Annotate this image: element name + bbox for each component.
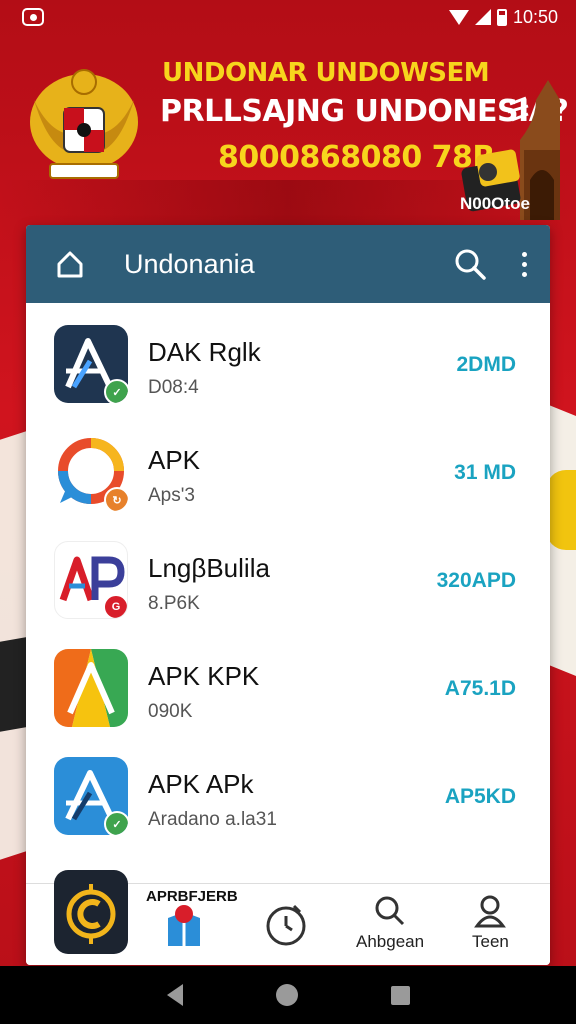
nav-timer[interactable]: [264, 902, 308, 946]
banner-tag: N00Otoe: [460, 194, 530, 213]
status-bar: 10:50: [0, 0, 576, 34]
app-subtitle: Aps'3: [148, 485, 195, 506]
wifi-icon: [448, 9, 469, 25]
app-name: APK APk: [148, 769, 254, 799]
list-item[interactable]: ✓ APK APk Aradano a.la31 AP5KD: [26, 757, 550, 865]
home-button[interactable]: [54, 248, 86, 280]
app-subtitle: 8.P6K: [148, 593, 200, 614]
system-navigation-bar: [0, 966, 576, 1024]
app-subtitle: Aradano a.la31: [148, 809, 277, 830]
app-name: APK KPK: [148, 661, 260, 691]
recent-apps-icon[interactable]: [390, 985, 410, 1005]
nav-search[interactable]: Ahbgean: [356, 894, 424, 952]
app-bar: Undonania: [26, 225, 550, 303]
app-name: DAK Rglk: [148, 337, 261, 367]
list-item[interactable]: ↻ APK Aps'3 31 MD: [26, 433, 550, 541]
person-icon: [474, 895, 507, 928]
app-size: AP5KD: [444, 785, 516, 808]
status-time: 10:50: [512, 6, 558, 27]
nav-profile-label: Teen: [472, 932, 509, 951]
back-icon[interactable]: [166, 984, 183, 1006]
ap-letters-icon: G: [54, 541, 128, 619]
timer-icon: [266, 904, 306, 946]
app-subtitle: 090K: [148, 701, 193, 722]
home-icon: [57, 251, 83, 278]
app-name: APK: [148, 445, 201, 475]
app-window: Undonania ✓ DAK Rglk D08:4 2DMD ↻ APK Ap…: [26, 225, 550, 965]
notification-icon: [22, 8, 44, 26]
battery-icon: [496, 8, 507, 26]
nav-featured-label: APRBFJERB: [146, 888, 238, 905]
app-subtitle: D08:4: [148, 377, 199, 398]
app-name: LngβBulila: [148, 553, 270, 583]
nav-search-label: Ahbgean: [356, 932, 425, 951]
app-size: 31 MD: [454, 461, 516, 484]
more-dot-icon: [521, 251, 527, 257]
app-size: 2DMD: [456, 353, 516, 376]
a-triangle-icon: ✓: [54, 325, 128, 403]
search-icon: [375, 896, 405, 926]
garuda-emblem-icon: [30, 69, 138, 179]
home-circle-icon[interactable]: [275, 984, 298, 1006]
badge-icon: ✓: [104, 811, 128, 835]
app-size: A75.1D: [444, 677, 516, 700]
shield-badge-icon: [168, 905, 200, 946]
badge-icon: ✓: [104, 379, 128, 403]
nav-profile[interactable]: Teen: [472, 894, 509, 952]
list-item[interactable]: G LngβBulila 8.P6K 320APD: [26, 541, 550, 649]
list-item[interactable]: ✓ DAK Rglk D08:4 2DMD: [26, 325, 550, 433]
coin-icon: [66, 884, 116, 944]
promo-banner: UNDONAR UNDOWSEM PRLLSAJNG UNDONESIA? 80…: [0, 40, 576, 220]
more-dot-icon: [521, 271, 527, 277]
nav-shield[interactable]: [164, 904, 204, 948]
featured-app-button[interactable]: [54, 870, 128, 954]
app-title: Undonania: [124, 248, 255, 279]
list-item[interactable]: APK KPK 090K A75.1D: [26, 649, 550, 757]
more-dot-icon: [521, 261, 527, 267]
more-options-button[interactable]: [516, 244, 532, 284]
badge-icon: G: [103, 594, 127, 618]
search-icon: [455, 249, 486, 280]
play-triangle-icon: [54, 649, 128, 727]
chat-ring-icon: ↻: [54, 433, 128, 511]
a-triangle-blue-icon: ✓: [54, 757, 128, 835]
bottom-navigation: APRBFJERB Ahbgean Teen: [26, 870, 550, 965]
app-size: 320APD: [436, 569, 516, 592]
badge-icon: ↻: [104, 487, 128, 511]
signal-icon: [474, 9, 491, 25]
search-button[interactable]: [450, 244, 490, 284]
